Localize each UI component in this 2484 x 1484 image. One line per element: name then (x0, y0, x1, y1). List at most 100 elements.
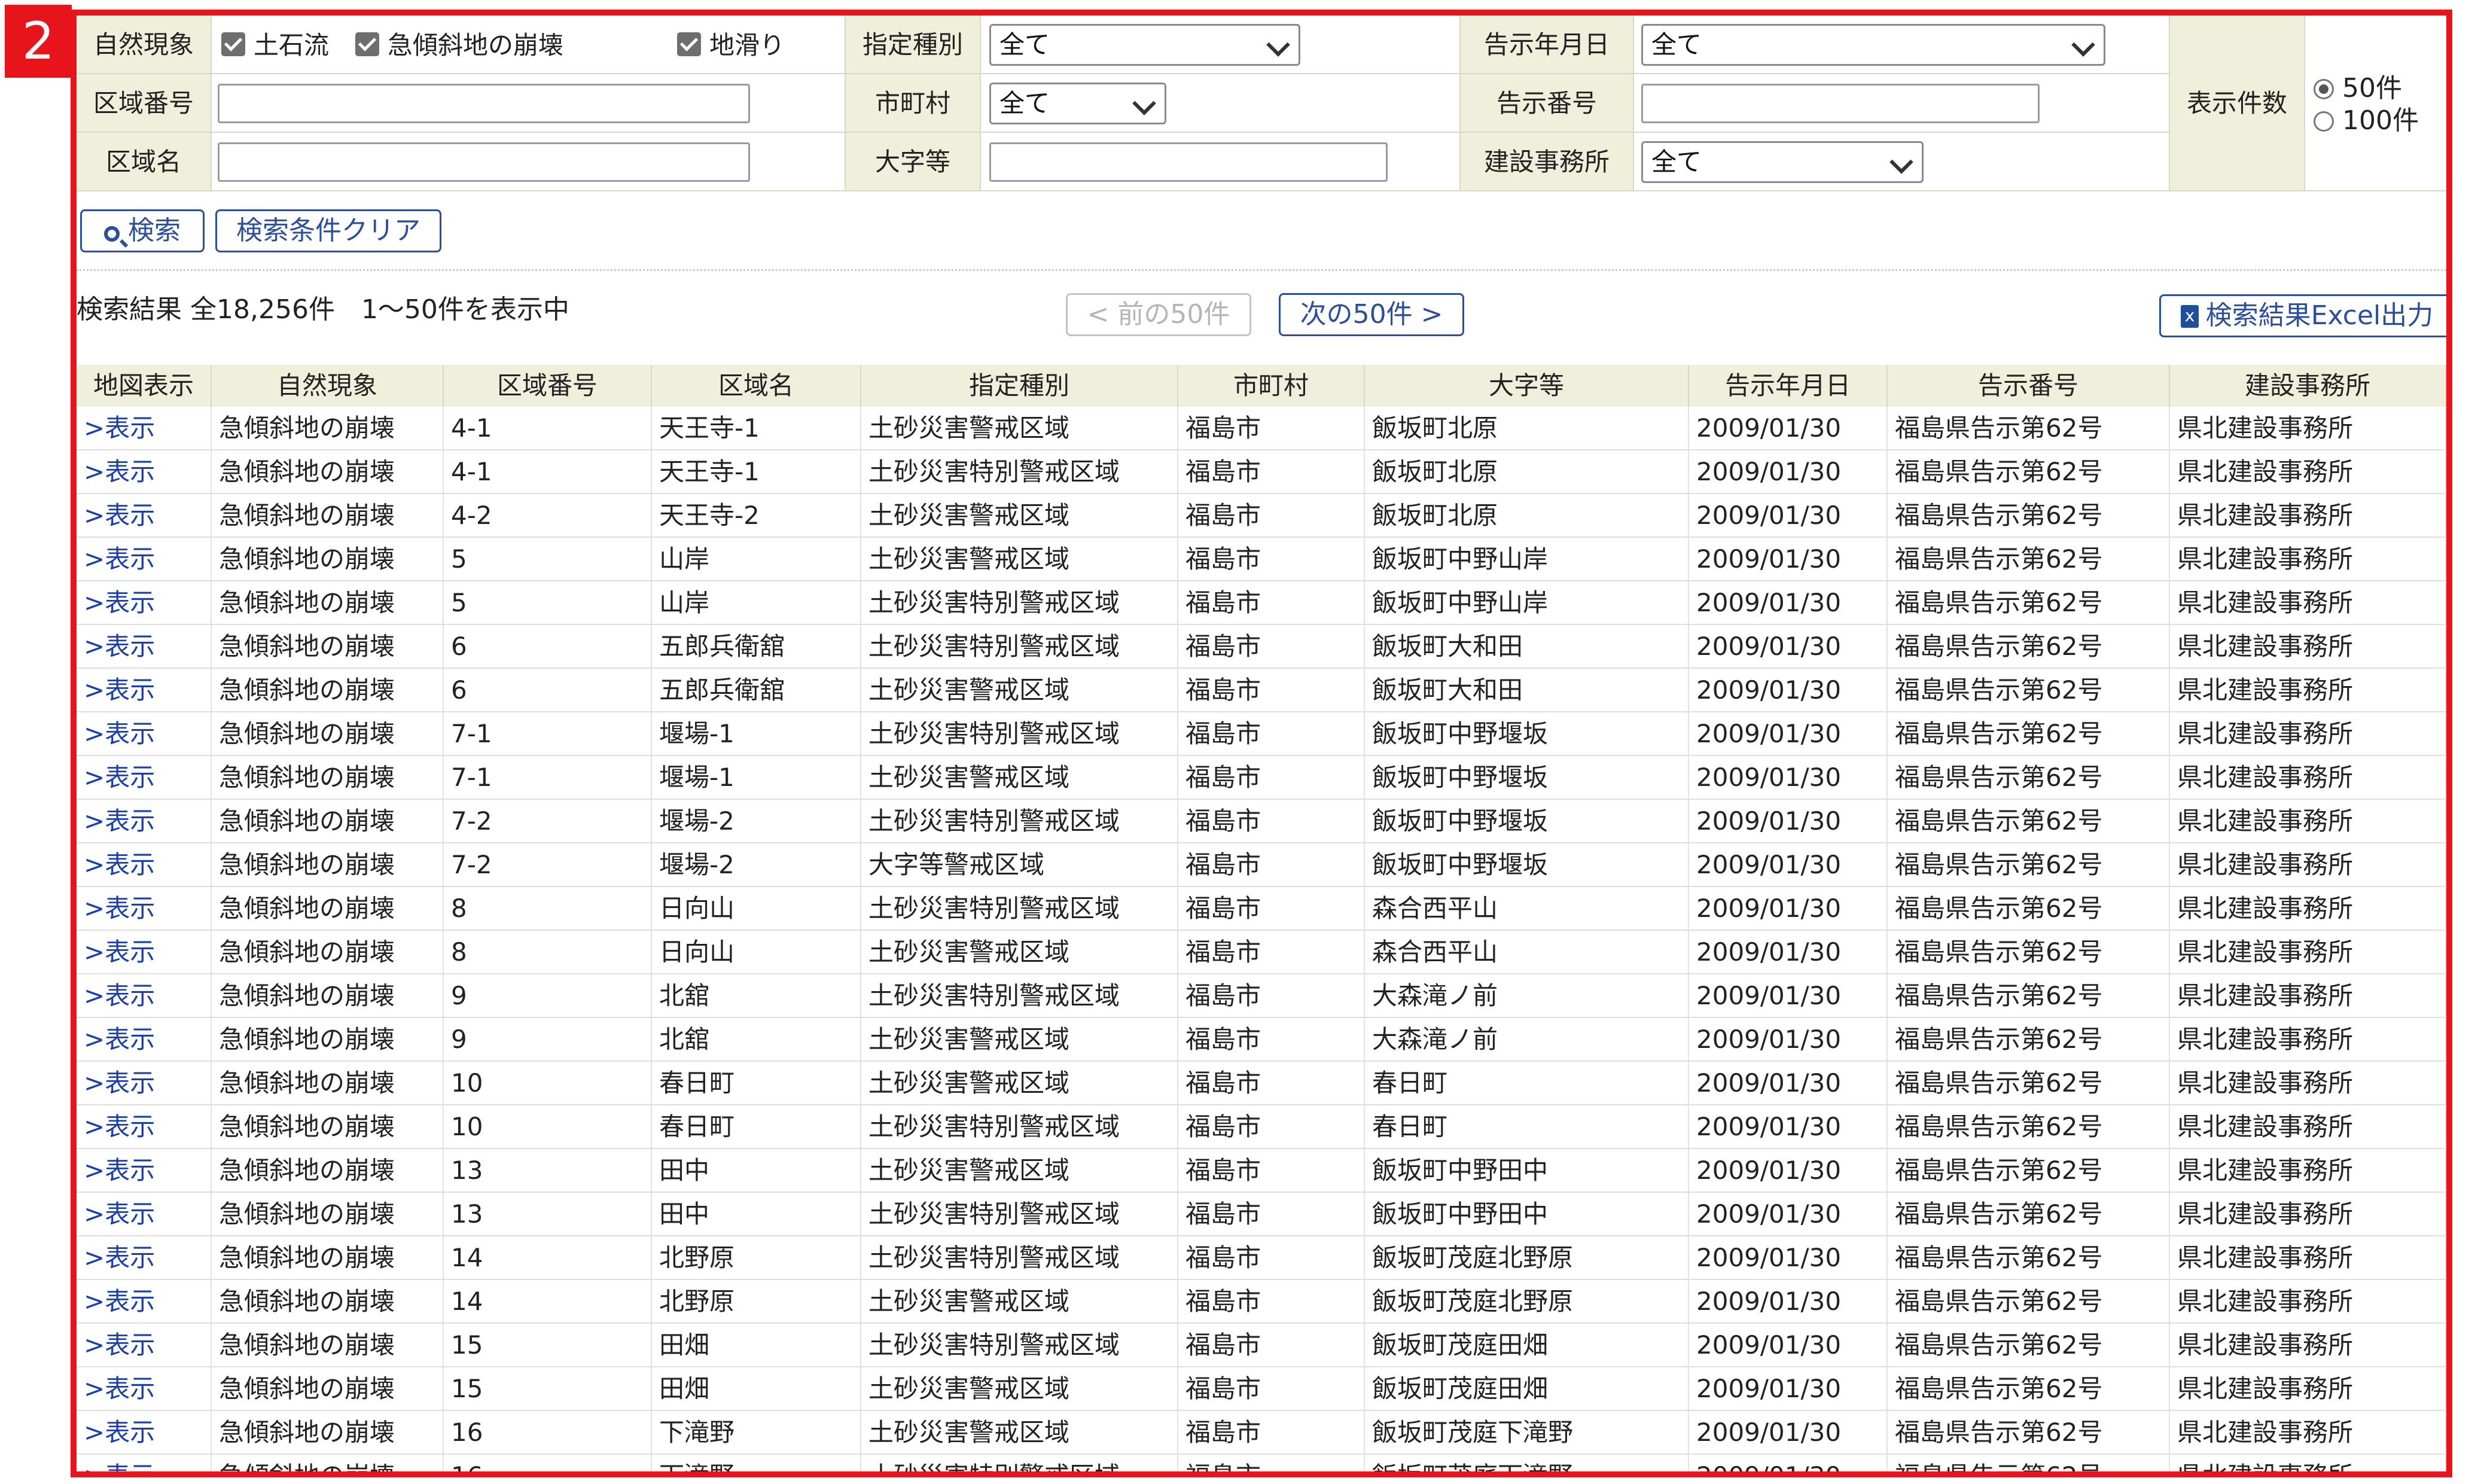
map-display-link[interactable]: >表示 (77, 756, 212, 799)
map-display-link[interactable]: >表示 (77, 581, 212, 624)
map-display-link[interactable]: >表示 (77, 800, 212, 843)
cell-municipality: 福島市 (1178, 1236, 1365, 1279)
checkbox-debris-flow[interactable]: 土石流 (221, 31, 329, 60)
map-display-link[interactable]: >表示 (77, 974, 212, 1017)
map-display-link[interactable]: >表示 (77, 1018, 212, 1061)
checkbox-steep-slope[interactable]: 急傾斜地の崩壊 (355, 31, 563, 60)
cell-phenomenon: 急傾斜地の崩壊 (212, 581, 444, 624)
cell-phenomenon: 急傾斜地の崩壊 (212, 1149, 444, 1192)
form-row-1: 自然現象 土石流 急傾斜地の崩壊 地滑り 指定種別 全て 告示年月日 全て (77, 16, 2170, 74)
cell-oaza: 飯坂町茂庭田畑 (1365, 1324, 1689, 1367)
map-display-link[interactable]: >表示 (77, 1236, 212, 1279)
search-form: 自然現象 土石流 急傾斜地の崩壊 地滑り 指定種別 全て 告示年月日 全て 区域… (77, 16, 2446, 191)
notice-no-input[interactable] (1641, 84, 2040, 123)
map-display-link[interactable]: >表示 (77, 625, 212, 668)
cell-municipality: 福島市 (1178, 1367, 1365, 1410)
table-row: >表示 急傾斜地の崩壊 7-1 堰場-1 土砂災害特別警戒区域 福島市 飯坂町中野堰坂 200… (77, 712, 2446, 756)
cell-phenomenon: 急傾斜地の崩壊 (212, 407, 444, 450)
cell-designation: 大字等警戒区域 (861, 843, 1178, 886)
cell-notice-date: 2009/01/30 (1689, 756, 1888, 799)
form-row-2: 区域番号 市町村 全て 告示番号 (77, 74, 2170, 133)
cell-notice-date: 2009/01/30 (1689, 1236, 1888, 1279)
cell-notice-date: 2009/01/30 (1689, 407, 1888, 450)
map-display-link[interactable]: >表示 (77, 931, 212, 974)
map-display-link[interactable]: >表示 (77, 1062, 212, 1105)
municipality-label: 市町村 (846, 74, 981, 133)
cell-notice-no: 福島県告示第62号 (1888, 407, 2170, 450)
notice-date-select[interactable]: 全て (1641, 24, 2105, 66)
map-display-link[interactable]: >表示 (77, 450, 212, 493)
cell-phenomenon: 急傾斜地の崩壊 (212, 1193, 444, 1236)
cell-area-no: 6 (444, 625, 652, 668)
cell-municipality: 福島市 (1178, 931, 1365, 974)
cell-notice-date: 2009/01/30 (1689, 1149, 1888, 1192)
map-display-link[interactable]: >表示 (77, 1367, 212, 1410)
next-page-button[interactable]: 次の50件 > (1279, 293, 1464, 336)
area-name-input[interactable] (218, 142, 750, 182)
cell-notice-no: 福島県告示第62号 (1888, 1324, 2170, 1367)
cell-notice-date: 2009/01/30 (1689, 494, 1888, 537)
area-name-label: 区域名 (77, 133, 212, 191)
map-display-link[interactable]: >表示 (77, 712, 212, 755)
area-no-input[interactable] (218, 84, 750, 123)
cell-municipality: 福島市 (1178, 843, 1365, 886)
cell-notice-date: 2009/01/30 (1689, 1018, 1888, 1061)
cell-phenomenon: 急傾斜地の崩壊 (212, 1018, 444, 1061)
table-row: >表示 急傾斜地の崩壊 9 北舘 土砂災害特別警戒区域 福島市 大森滝ノ前 2009/01/3… (77, 974, 2446, 1018)
search-button[interactable]: 検索 (80, 209, 205, 252)
oaza-cell (981, 133, 1461, 191)
municipality-select[interactable]: 全て (989, 83, 1166, 124)
map-display-link[interactable]: >表示 (77, 494, 212, 537)
radio-icon (2314, 111, 2334, 132)
excel-export-button[interactable]: 検索結果Excel出力 (2159, 294, 2446, 337)
map-display-link[interactable]: >表示 (77, 407, 212, 450)
cell-area-name: 北舘 (652, 974, 861, 1017)
map-display-link[interactable]: >表示 (77, 669, 212, 712)
map-display-link[interactable]: >表示 (77, 843, 212, 886)
cell-area-name: 北野原 (652, 1236, 861, 1279)
map-display-link[interactable]: >表示 (77, 887, 212, 930)
clear-conditions-button[interactable]: 検索条件クリア (215, 209, 441, 252)
cell-municipality: 福島市 (1178, 1193, 1365, 1236)
cell-notice-no: 福島県告示第62号 (1888, 1149, 2170, 1192)
radio-100[interactable]: 100件 (2314, 105, 2419, 136)
cell-area-name: 田畑 (652, 1324, 861, 1367)
cell-notice-no: 福島県告示第62号 (1888, 1411, 2170, 1454)
cell-designation: 土砂災害警戒区域 (861, 1018, 1178, 1061)
prev-page-button[interactable]: < 前の50件 (1066, 293, 1251, 336)
radio-50[interactable]: 50件 (2314, 73, 2402, 104)
cell-designation: 土砂災害警戒区域 (861, 756, 1178, 799)
cell-office: 県北建設事務所 (2170, 1149, 2446, 1192)
cell-phenomenon: 急傾斜地の崩壊 (212, 887, 444, 930)
cell-designation: 土砂災害警戒区域 (861, 1149, 1178, 1192)
office-cell: 全て (1634, 133, 2170, 191)
cell-notice-date: 2009/01/30 (1689, 625, 1888, 668)
map-display-link[interactable]: >表示 (77, 1411, 212, 1454)
map-display-link[interactable]: >表示 (77, 1149, 212, 1192)
map-display-link[interactable]: >表示 (77, 1455, 212, 1471)
cell-area-name: 春日町 (652, 1062, 861, 1105)
table-row: >表示 急傾斜地の崩壊 5 山岸 土砂災害特別警戒区域 福島市 飯坂町中野山岸 2009/01… (77, 581, 2446, 625)
map-display-link[interactable]: >表示 (77, 1324, 212, 1367)
cell-oaza: 飯坂町中野田中 (1365, 1193, 1689, 1236)
cell-phenomenon: 急傾斜地の崩壊 (212, 538, 444, 581)
office-select[interactable]: 全て (1641, 141, 1924, 183)
cell-area-name: 堰場-2 (652, 800, 861, 843)
cell-designation: 土砂災害特別警戒区域 (861, 1193, 1178, 1236)
cell-phenomenon: 急傾斜地の崩壊 (212, 800, 444, 843)
map-display-link[interactable]: >表示 (77, 538, 212, 581)
oaza-input[interactable] (989, 142, 1388, 182)
cell-office: 県北建設事務所 (2170, 1324, 2446, 1367)
checkbox-landslide[interactable]: 地滑り (677, 31, 785, 60)
designation-select[interactable]: 全て (989, 24, 1300, 66)
column-header-designation: 指定種別 (861, 365, 1178, 407)
map-display-link[interactable]: >表示 (77, 1105, 212, 1148)
map-display-link[interactable]: >表示 (77, 1280, 212, 1323)
table-row: >表示 急傾斜地の崩壊 16 下滝野 土砂災害特別警戒区域 福島市 飯坂町茂庭下滝野 2009… (77, 1455, 2446, 1471)
cell-oaza: 飯坂町中野山岸 (1365, 538, 1689, 581)
municipality-cell: 全て (981, 74, 1461, 133)
cell-phenomenon: 急傾斜地の崩壊 (212, 756, 444, 799)
table-row: >表示 急傾斜地の崩壊 4-1 天王寺-1 土砂災害特別警戒区域 福島市 飯坂町北原 2009… (77, 450, 2446, 494)
map-display-link[interactable]: >表示 (77, 1193, 212, 1236)
cell-office: 県北建設事務所 (2170, 1062, 2446, 1105)
